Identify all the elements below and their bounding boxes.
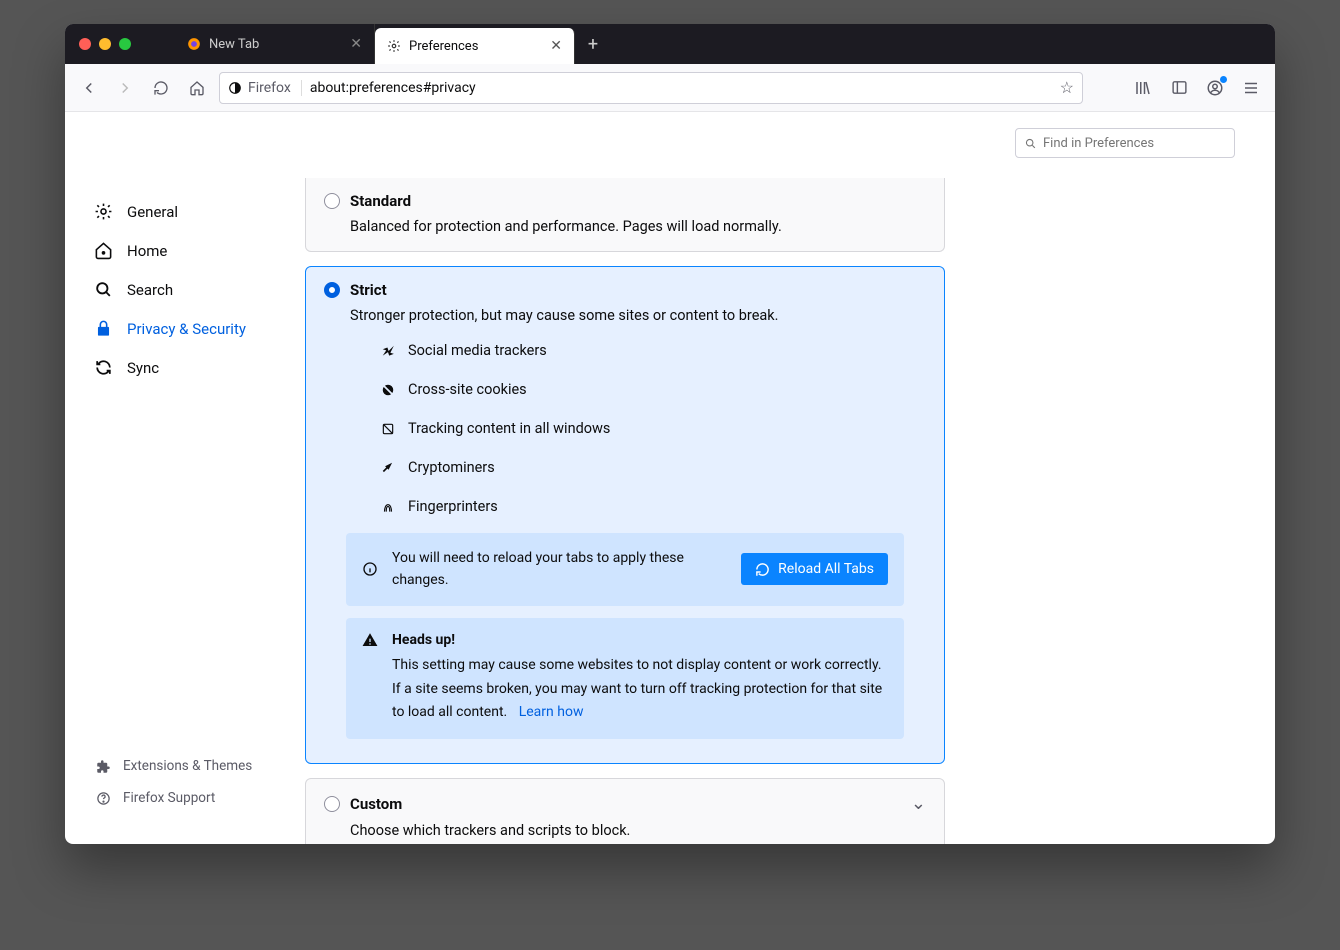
reload-icon bbox=[755, 562, 770, 577]
sidebar-item-support[interactable]: Firefox Support bbox=[73, 782, 297, 814]
new-tab-button[interactable]: + bbox=[575, 24, 611, 64]
sidebar-item-extensions[interactable]: Extensions & Themes bbox=[73, 750, 297, 782]
find-in-preferences[interactable] bbox=[1015, 128, 1235, 158]
reload-button-label: Reload All Tabs bbox=[778, 561, 874, 577]
close-window-icon[interactable] bbox=[79, 38, 91, 50]
home-button[interactable] bbox=[183, 74, 211, 102]
firefox-icon bbox=[187, 37, 201, 51]
warning-icon bbox=[362, 632, 378, 725]
blocked-item-cookies: Cross-site cookies bbox=[380, 381, 926, 398]
thumbs-down-icon bbox=[380, 344, 396, 358]
etp-standard-card[interactable]: Standard Balanced for protection and per… bbox=[305, 178, 945, 252]
sidebar-item-sync[interactable]: Sync bbox=[73, 348, 297, 387]
sidebar-item-label: Firefox Support bbox=[123, 790, 215, 806]
strict-desc: Stronger protection, but may cause some … bbox=[350, 307, 926, 324]
chevron-down-icon[interactable]: ⌄ bbox=[911, 793, 926, 814]
custom-desc: Choose which trackers and scripts to blo… bbox=[350, 822, 926, 839]
traffic-lights bbox=[65, 24, 145, 64]
preferences-sidebar: General Home Search bbox=[65, 112, 305, 844]
fingerprint-icon bbox=[380, 500, 396, 514]
titlebar: New Tab ✕ Preferences ✕ + bbox=[65, 24, 1275, 64]
sidebar-item-label: Home bbox=[127, 242, 167, 260]
blocked-item-crypto: Cryptominers bbox=[380, 459, 926, 476]
reload-message: You will need to reload your tabs to app… bbox=[392, 547, 727, 592]
back-button[interactable] bbox=[75, 74, 103, 102]
toolbar: Firefox about:preferences#privacy ☆ bbox=[65, 64, 1275, 112]
maximize-window-icon[interactable] bbox=[119, 38, 131, 50]
sidebar-item-label: Search bbox=[127, 281, 173, 299]
tracking-blocked-icon bbox=[380, 422, 396, 436]
firefox-label: Firefox bbox=[228, 80, 302, 96]
content-area: General Home Search bbox=[65, 112, 1275, 844]
close-icon[interactable]: ✕ bbox=[350, 36, 362, 52]
home-icon bbox=[93, 241, 113, 260]
sidebar-item-label: Privacy & Security bbox=[127, 320, 246, 338]
warning-title: Heads up! bbox=[392, 632, 888, 648]
learn-how-link[interactable]: Learn how bbox=[519, 704, 584, 720]
blocked-list: Social media trackers Cross-site cookies… bbox=[380, 342, 926, 515]
forward-button[interactable] bbox=[111, 74, 139, 102]
warning-text: This setting may cause some websites to … bbox=[392, 657, 882, 721]
tab-preferences[interactable]: Preferences ✕ bbox=[375, 28, 575, 64]
sync-icon bbox=[93, 358, 113, 377]
gear-icon bbox=[93, 202, 113, 221]
custom-title: Custom bbox=[350, 795, 402, 813]
blocked-item-fingerprint: Fingerprinters bbox=[380, 498, 926, 515]
blocked-label: Social media trackers bbox=[408, 342, 547, 359]
blocked-label: Cross-site cookies bbox=[408, 381, 527, 398]
standard-title: Standard bbox=[350, 192, 411, 210]
cryptominer-icon bbox=[380, 461, 396, 475]
strict-title: Strict bbox=[350, 281, 387, 299]
blocked-label: Tracking content in all windows bbox=[408, 420, 610, 437]
sidebar-item-general[interactable]: General bbox=[73, 192, 297, 231]
menu-icon[interactable] bbox=[1237, 74, 1265, 102]
puzzle-icon bbox=[93, 759, 113, 774]
find-input[interactable] bbox=[1043, 136, 1226, 151]
tab-new-tab[interactable]: New Tab ✕ bbox=[175, 24, 375, 64]
blocked-item-social: Social media trackers bbox=[380, 342, 926, 359]
address-url: about:preferences#privacy bbox=[310, 80, 1052, 96]
cookie-blocked-icon bbox=[380, 383, 396, 397]
gear-icon bbox=[387, 39, 401, 53]
heads-up-box: Heads up! This setting may cause some we… bbox=[346, 618, 904, 739]
sidebar-item-label: General bbox=[127, 203, 178, 221]
etp-custom-card[interactable]: Custom ⌄ Choose which trackers and scrip… bbox=[305, 778, 945, 844]
blocked-item-tracking: Tracking content in all windows bbox=[380, 420, 926, 437]
reload-infobox: You will need to reload your tabs to app… bbox=[346, 533, 904, 606]
radio-checked-icon[interactable] bbox=[324, 282, 340, 298]
library-icon[interactable] bbox=[1129, 74, 1157, 102]
radio-icon[interactable] bbox=[324, 796, 340, 812]
sidebar-item-search[interactable]: Search bbox=[73, 270, 297, 309]
warning-message: This setting may cause some websites to … bbox=[392, 654, 888, 725]
info-icon bbox=[362, 561, 378, 577]
reload-all-tabs-button[interactable]: Reload All Tabs bbox=[741, 553, 888, 585]
close-icon[interactable]: ✕ bbox=[550, 38, 562, 54]
notification-dot-icon bbox=[1220, 76, 1227, 83]
reload-button[interactable] bbox=[147, 74, 175, 102]
etp-strict-card[interactable]: Strict Stronger protection, but may caus… bbox=[305, 266, 945, 764]
browser-window: New Tab ✕ Preferences ✕ + Firefox bbox=[65, 24, 1275, 844]
blocked-label: Cryptominers bbox=[408, 459, 495, 476]
address-prefix: Firefox bbox=[248, 80, 291, 96]
minimize-window-icon[interactable] bbox=[99, 38, 111, 50]
search-icon bbox=[1024, 137, 1037, 150]
question-icon bbox=[93, 791, 113, 806]
radio-icon[interactable] bbox=[324, 193, 340, 209]
sidebar-item-label: Extensions & Themes bbox=[123, 758, 252, 774]
sidebar-icon[interactable] bbox=[1165, 74, 1193, 102]
bookmark-icon[interactable]: ☆ bbox=[1060, 78, 1074, 97]
lock-icon bbox=[93, 319, 113, 338]
search-icon bbox=[93, 280, 113, 299]
sidebar-item-home[interactable]: Home bbox=[73, 231, 297, 270]
blocked-label: Fingerprinters bbox=[408, 498, 498, 515]
account-icon[interactable] bbox=[1201, 74, 1229, 102]
standard-desc: Balanced for protection and performance.… bbox=[350, 218, 926, 235]
sidebar-item-privacy[interactable]: Privacy & Security bbox=[73, 309, 297, 348]
main-panel: Standard Balanced for protection and per… bbox=[305, 112, 1275, 844]
tab-label: Preferences bbox=[409, 39, 478, 54]
tab-label: New Tab bbox=[209, 37, 259, 52]
sidebar-item-label: Sync bbox=[127, 359, 159, 377]
address-bar[interactable]: Firefox about:preferences#privacy ☆ bbox=[219, 72, 1083, 104]
